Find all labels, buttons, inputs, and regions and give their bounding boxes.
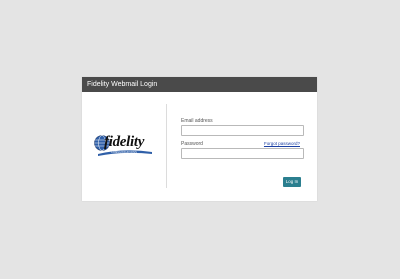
- email-field[interactable]: [181, 125, 304, 136]
- login-panel: Fidelity Webmail Login fidelity COMMUNIC…: [82, 77, 317, 201]
- page-background: Fidelity Webmail Login fidelity COMMUNIC…: [0, 0, 400, 279]
- logo-wordmark: fidelity: [104, 134, 145, 150]
- email-label: Email address: [181, 118, 213, 124]
- fidelity-logo: fidelity COMMUNICATIONS: [94, 130, 154, 160]
- panel-title: Fidelity Webmail Login: [82, 77, 317, 92]
- forgot-password-link[interactable]: Forgot password?: [264, 141, 300, 147]
- login-button[interactable]: Log In: [283, 177, 301, 187]
- password-label-row: Password Forgot password?: [181, 141, 300, 147]
- panel-body: fidelity COMMUNICATIONS Email address Pa…: [82, 92, 317, 201]
- panel-divider: [166, 104, 167, 188]
- login-form: Email address Password Forgot password?: [181, 118, 304, 159]
- password-field[interactable]: [181, 148, 304, 159]
- logo-tagline: COMMUNICATIONS: [111, 151, 137, 154]
